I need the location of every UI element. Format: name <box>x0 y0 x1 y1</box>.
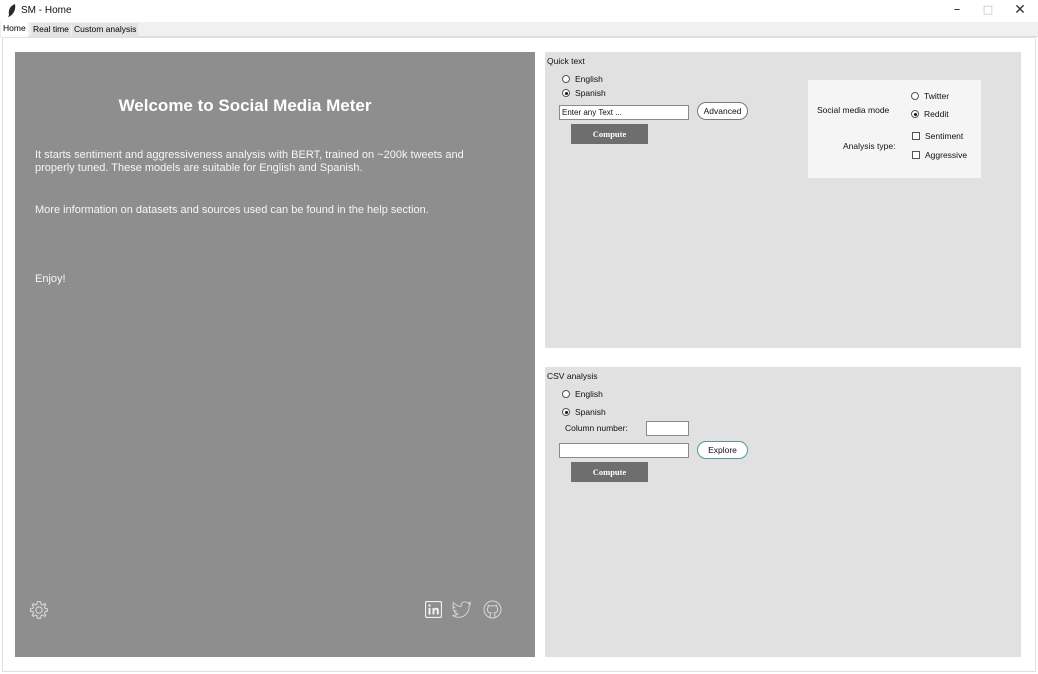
radio-button[interactable] <box>562 89 570 97</box>
quick-text-panel: Quick text English Spanish Enter any Tex… <box>545 52 1021 348</box>
twitter-label: Twitter <box>924 91 950 101</box>
spanish-label: Spanish <box>575 88 606 98</box>
tab-custom-analysis[interactable]: Custom analysis <box>72 23 139 37</box>
gear-icon[interactable] <box>29 600 49 620</box>
tab-real-time[interactable]: Real time <box>31 23 71 37</box>
title-bar: SM - Home – □ ✕ <box>0 0 1038 22</box>
type-aggressive[interactable]: Aggressive <box>912 149 967 161</box>
linkedin-icon[interactable] <box>425 601 442 618</box>
minimize-button[interactable]: – <box>942 0 972 20</box>
radio-button[interactable] <box>911 92 919 100</box>
csv-analysis-label: CSV analysis <box>547 371 598 381</box>
quick-text-label: Quick text <box>547 56 585 66</box>
english-label: English <box>575 389 603 399</box>
welcome-help-info: More information on datasets and sources… <box>35 204 429 216</box>
options-box: Social media mode Twitter Reddit Analysi… <box>808 80 981 178</box>
advanced-button[interactable]: Advanced <box>697 102 748 120</box>
radio-button[interactable] <box>562 75 570 83</box>
maximize-button[interactable]: □ <box>973 0 1003 20</box>
analysis-type-label: Analysis type: <box>843 141 896 151</box>
column-number-input[interactable] <box>646 421 689 436</box>
reddit-label: Reddit <box>924 109 949 119</box>
quick-language-english[interactable]: English <box>562 73 603 85</box>
quick-text-input[interactable]: Enter any Text ... <box>559 105 689 120</box>
sentiment-label: Sentiment <box>925 131 964 141</box>
social-media-mode-label: Social media mode <box>817 105 890 115</box>
aggressive-label: Aggressive <box>925 150 968 160</box>
csv-file-path-input[interactable] <box>559 443 689 458</box>
mode-reddit[interactable]: Reddit <box>911 108 949 120</box>
close-button[interactable]: ✕ <box>1005 0 1035 20</box>
radio-button[interactable] <box>911 110 919 118</box>
csv-analysis-panel: CSV analysis English Spanish Column numb… <box>545 367 1021 657</box>
column-number-label: Column number: <box>565 423 628 433</box>
tab-home[interactable]: Home <box>1 22 28 37</box>
welcome-description: It starts sentiment and aggressiveness a… <box>35 149 464 174</box>
checkbox[interactable] <box>912 132 920 140</box>
spanish-label: Spanish <box>575 407 606 417</box>
csv-language-english[interactable]: English <box>562 388 603 400</box>
tab-bar: Home Real time Custom analysis <box>0 22 1038 37</box>
twitter-icon[interactable] <box>452 601 472 619</box>
explore-button[interactable]: Explore <box>697 441 748 459</box>
quick-compute-button[interactable]: Compute <box>571 124 648 144</box>
radio-button[interactable] <box>562 390 570 398</box>
quick-language-spanish[interactable]: Spanish <box>562 87 606 99</box>
mode-twitter[interactable]: Twitter <box>911 90 949 102</box>
csv-compute-button[interactable]: Compute <box>571 462 648 482</box>
english-label: English <box>575 74 603 84</box>
github-icon[interactable] <box>483 600 502 619</box>
feather-icon <box>8 4 16 17</box>
radio-button[interactable] <box>562 408 570 416</box>
checkbox[interactable] <box>912 151 920 159</box>
welcome-enjoy: Enjoy! <box>35 273 66 285</box>
welcome-title: Welcome to Social Media Meter <box>118 96 372 115</box>
type-sentiment[interactable]: Sentiment <box>912 130 963 142</box>
window-title: SM - Home <box>21 5 72 16</box>
csv-language-spanish[interactable]: Spanish <box>562 406 606 418</box>
welcome-panel: Welcome to Social Media Meter It starts … <box>15 52 535 657</box>
